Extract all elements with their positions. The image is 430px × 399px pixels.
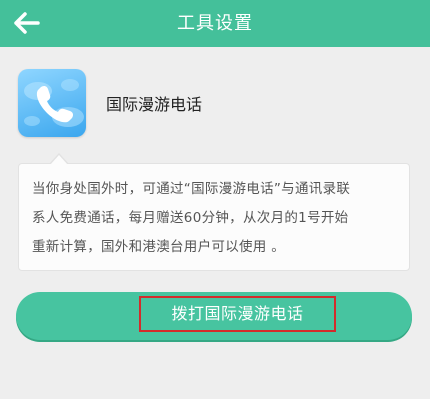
highlight-frame: 拨打国际漫游电话	[139, 296, 336, 332]
description-text: 当你身处国外时，可通过“国际漫游电话”与通讯录联 系人免费通话，每月赠送60分钟…	[32, 175, 397, 262]
tool-info-row: 国际漫游电话	[18, 68, 418, 138]
app-header: 工具设置	[0, 0, 430, 47]
page-title: 工具设置	[177, 13, 253, 34]
description-line: 系人免费通话，每月赠送60分钟，从次月的1号开始	[32, 210, 349, 226]
description-pointer-fill	[50, 155, 68, 165]
tool-name: 国际漫游电话	[106, 95, 203, 114]
description-box: 当你身处国外时，可通过“国际漫游电话”与通讯录联 系人免费通话，每月赠送60分钟…	[18, 153, 410, 271]
description-line: 重新计算，国外和港澳台用户可以使用 。	[32, 239, 285, 255]
dial-button-label: 拨打国际漫游电话	[171, 304, 304, 323]
description-line: 当你身处国外时，可通过“国际漫游电话”与通讯录联	[32, 181, 351, 197]
phone-icon	[18, 69, 86, 137]
dial-roaming-call-button[interactable]: 拨打国际漫游电话	[16, 292, 412, 340]
